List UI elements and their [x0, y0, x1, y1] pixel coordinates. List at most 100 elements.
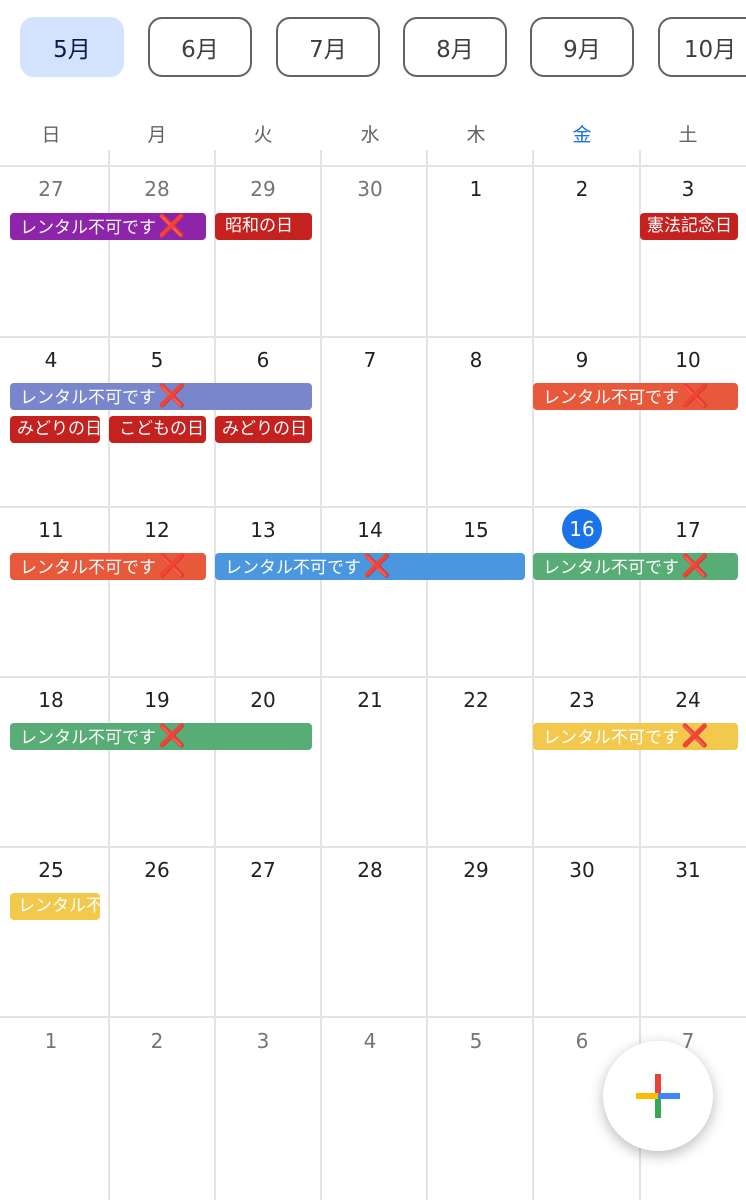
weekday-sun: 日 [41, 124, 61, 146]
event-title: みどりの日 [17, 419, 100, 439]
weekday-sat: 土 [678, 124, 698, 146]
weekday-tue: 火 [253, 124, 273, 146]
day-cell-number[interactable]: 1 [0, 1029, 104, 1053]
tab-july[interactable]: 7月 [276, 17, 380, 77]
event-title: レンタル不可です [20, 558, 156, 578]
row-divider [0, 506, 746, 508]
cross-mark-icon: ❌ [363, 554, 391, 579]
day-cell-number[interactable]: 1 [423, 177, 529, 201]
plus-icon [636, 1074, 680, 1118]
weekday-mon: 月 [147, 124, 167, 146]
cross-mark-icon: ❌ [158, 554, 186, 579]
cross-mark-icon: ❌ [158, 724, 186, 749]
day-cell-number[interactable]: 18 [0, 688, 104, 712]
day-cell-number[interactable]: 22 [423, 688, 529, 712]
event-rental-unavailable[interactable]: レンタル不可です❌ [533, 553, 738, 580]
day-cell-number[interactable]: 27 [210, 858, 316, 882]
event-rental-unavailable[interactable]: レンタル不可です❌ [10, 723, 312, 750]
event-holiday[interactable]: みどりの日 [215, 416, 312, 443]
row-divider [0, 165, 746, 167]
day-cell-number[interactable]: 8 [423, 348, 529, 372]
day-cell-number[interactable]: 29 [423, 858, 529, 882]
day-cell-number[interactable]: 24 [635, 688, 741, 712]
event-title: レンタル不可です [20, 218, 156, 238]
day-cell-number[interactable]: 4 [317, 1029, 423, 1053]
day-cell-number[interactable]: 6 [529, 1029, 635, 1053]
row-divider [0, 676, 746, 678]
day-cell-number[interactable]: 3 [635, 177, 741, 201]
weekday-fri: 金 [572, 124, 592, 146]
day-cell-number[interactable]: 9 [529, 348, 635, 372]
tab-may[interactable]: 5月 [20, 17, 124, 77]
cross-mark-icon: ❌ [158, 214, 186, 239]
tab-september[interactable]: 9月 [530, 17, 634, 77]
day-cell-number[interactable]: 15 [423, 518, 529, 542]
cross-mark-icon: ❌ [681, 724, 709, 749]
month-tabs: 5月 6月 7月 8月 9月 10月 [0, 0, 746, 100]
day-cell-number[interactable]: 11 [0, 518, 104, 542]
event-rental-unavailable[interactable]: レンタル不可です❌ [533, 723, 738, 750]
today-marker[interactable]: 16 [562, 509, 602, 549]
event-title: レンタル不可です [543, 558, 679, 578]
tab-august[interactable]: 8月 [403, 17, 507, 77]
day-cell-number[interactable]: 21 [317, 688, 423, 712]
day-cell-number[interactable]: 28 [317, 858, 423, 882]
event-rental-unavailable[interactable]: レンタル不可です❌ [215, 553, 525, 580]
event-rental-unavailable[interactable]: レンタル不可です❌ [533, 383, 738, 410]
event-title: みどりの日 [222, 419, 307, 439]
day-cell-number[interactable]: 2 [104, 1029, 210, 1053]
day-cell-number[interactable]: 6 [210, 348, 316, 372]
cross-mark-icon: ❌ [681, 554, 709, 579]
day-cell-number[interactable]: 29 [210, 177, 316, 201]
row-divider [0, 1016, 746, 1018]
event-title: 昭和の日 [225, 216, 293, 236]
cross-mark-icon: ❌ [681, 384, 709, 409]
event-title: レンタル不可です [20, 728, 156, 748]
tab-october[interactable]: 10月 [658, 17, 746, 77]
event-title: レンタル不可です [543, 728, 679, 748]
event-holiday[interactable]: みどりの日 [10, 416, 100, 443]
day-cell-number[interactable]: 20 [210, 688, 316, 712]
event-rental-unavailable[interactable]: レンタル不可です❌ [10, 553, 206, 580]
day-cell-number[interactable]: 17 [635, 518, 741, 542]
day-cell-number[interactable]: 12 [104, 518, 210, 542]
day-cell-number[interactable]: 14 [317, 518, 423, 542]
day-cell-number[interactable]: 3 [210, 1029, 316, 1053]
day-cell-number[interactable]: 25 [0, 858, 104, 882]
event-holiday[interactable]: こどもの日 [109, 416, 206, 443]
event-title: 憲法記念日 [647, 216, 732, 236]
day-cell-number[interactable]: 31 [635, 858, 741, 882]
day-cell-number[interactable]: 30 [529, 858, 635, 882]
create-event-button[interactable] [603, 1041, 713, 1151]
event-title: レンタル不可です [20, 388, 156, 408]
event-holiday[interactable]: 昭和の日 [215, 213, 312, 240]
event-title: レンタル不 [18, 896, 100, 916]
row-divider [0, 336, 746, 338]
event-title: レンタル不可です [543, 388, 679, 408]
day-cell-number[interactable]: 5 [423, 1029, 529, 1053]
day-cell-number[interactable]: 5 [104, 348, 210, 372]
event-title: こどもの日 [119, 419, 204, 439]
day-cell-number[interactable]: 7 [317, 348, 423, 372]
day-cell-number[interactable]: 10 [635, 348, 741, 372]
day-cell-number[interactable]: 30 [317, 177, 423, 201]
event-rental-unavailable[interactable]: レンタル不可です❌ [10, 213, 206, 240]
event-rental-unavailable[interactable]: レンタル不 [10, 893, 100, 920]
day-cell-number[interactable]: 23 [529, 688, 635, 712]
day-cell-number[interactable]: 4 [0, 348, 104, 372]
row-divider [0, 846, 746, 848]
event-rental-unavailable[interactable]: レンタル不可です❌ [10, 383, 312, 410]
day-cell-number[interactable]: 13 [210, 518, 316, 542]
day-cell-number[interactable]: 19 [104, 688, 210, 712]
weekday-thu: 木 [466, 124, 486, 146]
day-cell-number[interactable]: 2 [529, 177, 635, 201]
day-cell-number[interactable]: 27 [0, 177, 104, 201]
cross-mark-icon: ❌ [158, 384, 186, 409]
tab-june[interactable]: 6月 [148, 17, 252, 77]
event-holiday[interactable]: 憲法記念日 [640, 213, 738, 240]
day-cell-number[interactable]: 26 [104, 858, 210, 882]
weekday-wed: 水 [360, 124, 380, 146]
day-cell-number[interactable]: 28 [104, 177, 210, 201]
weekday-header: 日 月 火 水 木 金 土 [0, 105, 746, 160]
event-title: レンタル不可です [225, 558, 361, 578]
